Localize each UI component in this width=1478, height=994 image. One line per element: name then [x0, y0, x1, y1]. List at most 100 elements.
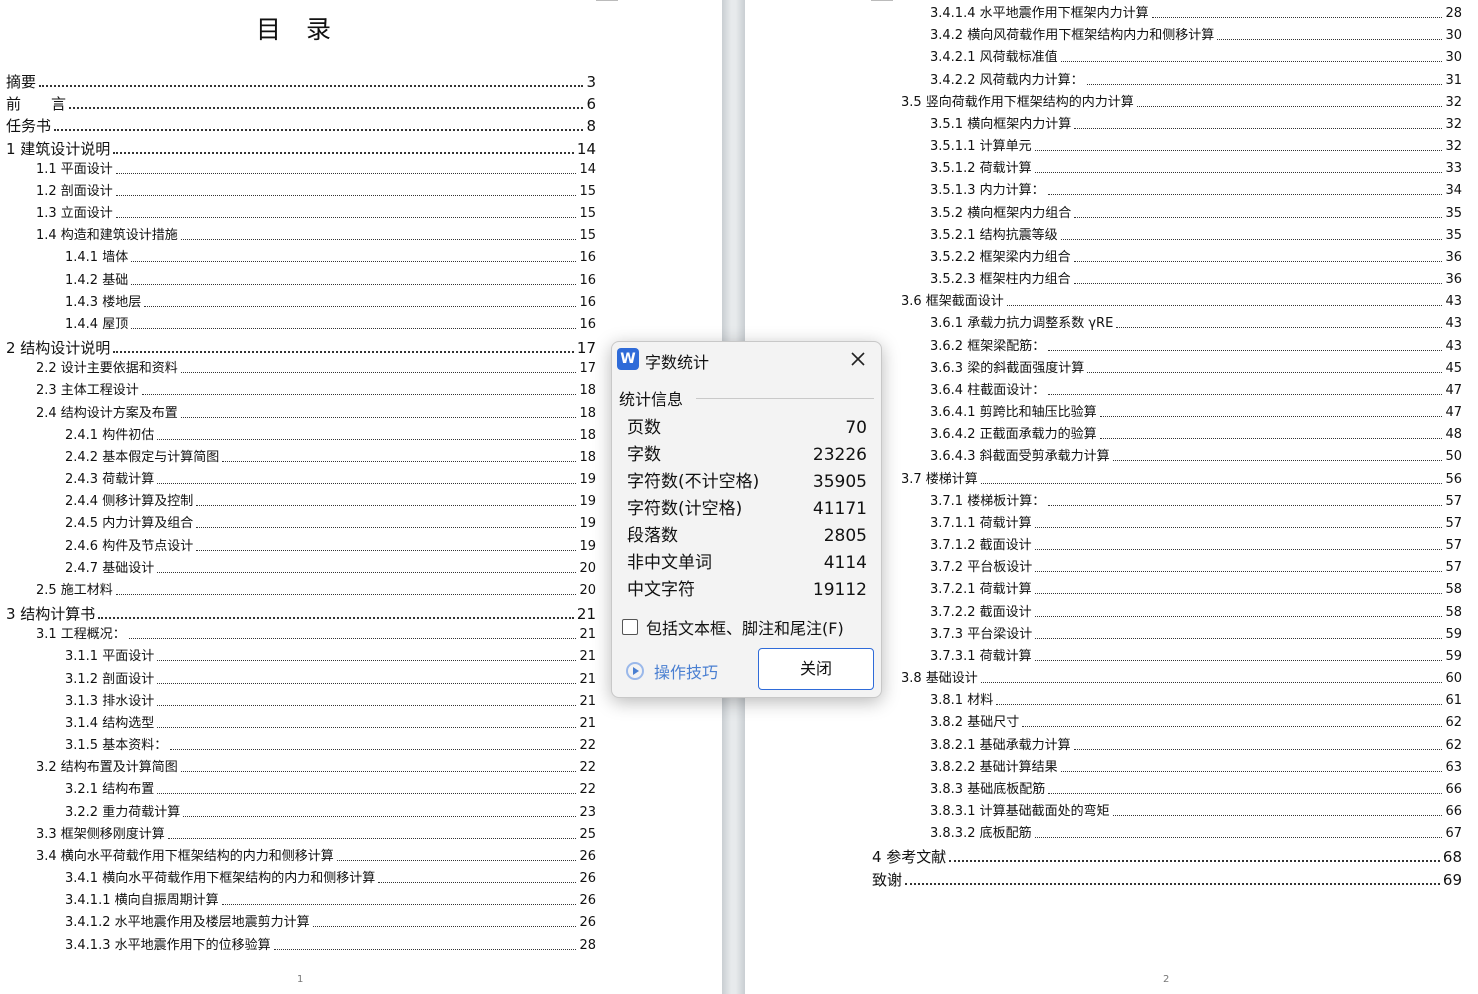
toc-entry[interactable]: 4 参考文献 68 — [872, 848, 1462, 866]
toc-entry[interactable]: 3.4.1.3 水平地震作用下的位移验算 28 — [65, 938, 596, 954]
toc-entry[interactable]: 1.2 剖面设计 15 — [36, 184, 596, 200]
toc-entry[interactable]: 3.4.1.2 水平地震作用及楼层地震剪力计算 26 — [65, 915, 596, 931]
toc-entry[interactable]: 1.4.4 屋顶 16 — [65, 317, 596, 333]
toc-entry[interactable]: 3.8.3.2 底板配筋 67 — [930, 826, 1462, 842]
toc-entry[interactable]: 3.8.1 材料 61 — [930, 693, 1462, 709]
page-corner-mark — [871, 0, 893, 1]
toc-entry[interactable]: 2.4.7 基础设计 20 — [65, 561, 596, 577]
toc-entry[interactable]: 3.4.2.1 风荷载标准值 30 — [930, 50, 1462, 66]
toc-entry[interactable]: 1.1 平面设计 14 — [36, 162, 596, 178]
toc-entry[interactable]: 3.7.2.2 截面设计 58 — [930, 605, 1462, 621]
close-icon[interactable] — [846, 347, 870, 371]
toc-entry[interactable]: 3.3 框架侧移刚度计算 25 — [36, 827, 596, 843]
toc-entry[interactable]: 3.7 楼梯计算 56 — [901, 472, 1462, 488]
toc-entry[interactable]: 3.4.1.4 水平地震作用下框架内力计算 28 — [930, 6, 1462, 22]
toc-entry[interactable]: 3.6.4.3 斜截面受剪承载力计算 50 — [930, 449, 1462, 465]
toc-entry[interactable]: 3.8.2.1 基础承载力计算 62 — [930, 738, 1462, 754]
toc-entry[interactable]: 3.1.1 平面设计 21 — [65, 649, 596, 665]
toc-entry[interactable]: 摘要 3 — [6, 73, 596, 91]
toc-entry[interactable]: 3.8 基础设计 60 — [901, 671, 1462, 687]
toc-leader-dots — [1086, 83, 1443, 85]
toc-entry[interactable]: 3.6.2 框架梁配筋： 43 — [930, 339, 1462, 355]
toc-entry[interactable]: 2.4.1 构件初估 18 — [65, 428, 596, 444]
toc-entry[interactable]: 1.3 立面设计 15 — [36, 206, 596, 222]
toc-entry[interactable]: 2.4.2 基本假定与计算简图 18 — [65, 450, 596, 466]
toc-entry[interactable]: 3.1.2 剖面设计 21 — [65, 672, 596, 688]
toc-entry[interactable]: 2.4.6 构件及节点设计 19 — [65, 539, 596, 555]
toc-entry[interactable]: 3.7.2 平台板设计 57 — [930, 560, 1462, 576]
toc-entry[interactable]: 3.8.2 基础尺寸 62 — [930, 715, 1462, 731]
toc-entry[interactable]: 3.4.2 横向风荷载作用下框架结构内力和侧移计算 30 — [930, 28, 1462, 44]
toc-entry[interactable]: 3.8.2.2 基础计算结果 63 — [930, 760, 1462, 776]
toc-entry[interactable]: 3.6.4.2 正截面承载力的验算 48 — [930, 427, 1462, 443]
toc-entry[interactable]: 3.7.1.2 截面设计 57 — [930, 538, 1462, 554]
toc-entry[interactable]: 3.5.2.1 结构抗震等级 35 — [930, 228, 1462, 244]
toc-entry-text: 3.2 结构布置及计算简图 — [36, 760, 178, 776]
toc-entry[interactable]: 3.5.2 横向框架内力组合 35 — [930, 206, 1462, 222]
toc-leader-dots — [157, 726, 577, 728]
toc-entry[interactable]: 3.6.1 承载力抗力调整系数 γRE 43 — [930, 316, 1462, 332]
toc-entry[interactable]: 1.4.1 墙体 16 — [65, 250, 596, 266]
toc-entry[interactable]: 3 结构计算书 21 — [6, 605, 596, 623]
toc-entry[interactable]: 2.2 设计主要依据和资料 17 — [36, 361, 596, 377]
toc-entry[interactable]: 2.5 施工材料 20 — [36, 583, 596, 599]
toc-entry-text: 3.8.3 基础底板配筋 — [930, 781, 1046, 797]
toc-entry[interactable]: 3.7.1.1 荷载计算 57 — [930, 516, 1462, 532]
toc-entry[interactable]: 3.6 框架截面设计 43 — [901, 294, 1462, 310]
toc-entry[interactable]: 3.5.2.2 框架梁内力组合 36 — [930, 250, 1462, 266]
toc-entry[interactable]: 前 言 6 — [6, 95, 596, 113]
toc-entry[interactable]: 3.5.1.2 荷载计算 33 — [930, 161, 1462, 177]
toc-entry[interactable]: 3.5.2.3 框架柱内力组合 36 — [930, 272, 1462, 288]
toc-entry[interactable]: 2.4.3 荷载计算 19 — [65, 472, 596, 488]
toc-entry[interactable]: 3.1.4 结构选型 21 — [65, 716, 596, 732]
toc-entry[interactable]: 3.1.5 基本资料： 22 — [65, 738, 596, 754]
toc-entry-text: 3.4.1.1 横向自振周期计算 — [65, 893, 219, 909]
toc-entry[interactable]: 3.5.1.1 计算单元 32 — [930, 139, 1462, 155]
tips-link[interactable]: 操作技巧 — [626, 659, 718, 683]
toc-entry[interactable]: 3.5.1.3 内力计算： 34 — [930, 183, 1462, 199]
toc-entry[interactable]: 3.5.1 横向框架内力计算 32 — [930, 117, 1462, 133]
toc-entry[interactable]: 1 建筑设计说明 14 — [6, 140, 596, 158]
toc-entry[interactable]: 3.7.3.1 荷载计算 59 — [930, 649, 1462, 665]
close-button[interactable]: 关闭 — [758, 648, 874, 690]
toc-entry[interactable]: 1.4.3 楼地层 16 — [65, 295, 596, 311]
toc-entry[interactable]: 3.4.1.1 横向自振周期计算 26 — [65, 893, 596, 909]
toc-entry[interactable]: 3.2.2 重力荷载计算 23 — [65, 805, 596, 821]
toc-entry[interactable]: 2.4 结构设计方案及布置 18 — [36, 406, 596, 422]
toc-entry[interactable]: 3.1 工程概况： 21 — [36, 627, 596, 643]
toc-entry[interactable]: 3.4 横向水平荷载作用下框架结构的内力和侧移计算 26 — [36, 849, 596, 865]
toc-entry[interactable]: 3.6.4 柱截面设计： 47 — [930, 383, 1462, 399]
toc-leader-dots — [141, 394, 577, 396]
toc-entry[interactable]: 3.1.3 排水设计 21 — [65, 694, 596, 710]
toc-entry[interactable]: 2 结构设计说明 17 — [6, 339, 596, 357]
stat-label: 非中文单词 — [627, 553, 712, 573]
include-textbox-checkbox[interactable] — [622, 619, 638, 635]
toc-entry[interactable]: 3.7.1 楼梯板计算： 57 — [930, 494, 1462, 510]
toc-entry-page: 16 — [579, 250, 596, 266]
toc-entry-text: 3.5.1.2 荷载计算 — [930, 161, 1032, 177]
toc-entry[interactable]: 2.4.5 内力计算及组合 19 — [65, 516, 596, 532]
toc-entry[interactable]: 3.6.3 梁的斜截面强度计算 45 — [930, 361, 1462, 377]
toc-entry-page: 19 — [579, 516, 596, 532]
toc-entry-page: 59 — [1445, 648, 1462, 664]
toc-entry-text: 3.7.3 平台梁设计 — [930, 626, 1033, 642]
toc-entry[interactable]: 3.5 竖向荷载作用下框架结构的内力计算 32 — [901, 95, 1462, 111]
toc-entry[interactable]: 致谢 69 — [872, 871, 1462, 889]
toc-entry[interactable]: 3.4.2.2 风荷载内力计算： 31 — [930, 73, 1462, 89]
toc-entry[interactable]: 2.3 主体工程设计 18 — [36, 383, 596, 399]
toc-entry[interactable]: 3.2 结构布置及计算简图 22 — [36, 760, 596, 776]
toc-entry[interactable]: 2.4.4 侧移计算及控制 19 — [65, 494, 596, 510]
toc-entry[interactable]: 3.4.1 横向水平荷载作用下框架结构的内力和侧移计算 26 — [65, 871, 596, 887]
toc-entry[interactable]: 3.6.4.1 剪跨比和轴压比验算 47 — [930, 405, 1462, 421]
toc-entry[interactable]: 3.7.2.1 荷载计算 58 — [930, 582, 1462, 598]
toc-entry[interactable]: 3.8.3.1 计算基础截面处的弯矩 66 — [930, 804, 1462, 820]
toc-entry[interactable]: 3.8.3 基础底板配筋 66 — [930, 782, 1462, 798]
toc-entry[interactable]: 3.2.1 结构布置 22 — [65, 782, 596, 798]
toc-entry[interactable]: 任务书 8 — [6, 117, 596, 135]
toc-entry[interactable]: 3.7.3 平台梁设计 59 — [930, 627, 1462, 643]
toc-leader-dots — [128, 638, 577, 640]
toc-entry[interactable]: 1.4.2 基础 16 — [65, 273, 596, 289]
include-textbox-option[interactable]: 包括文本框、脚注和尾注(F) — [622, 615, 844, 639]
toc-entry[interactable]: 1.4 构造和建筑设计措施 15 — [36, 228, 596, 244]
toc-entry-page: 57 — [1445, 560, 1462, 576]
